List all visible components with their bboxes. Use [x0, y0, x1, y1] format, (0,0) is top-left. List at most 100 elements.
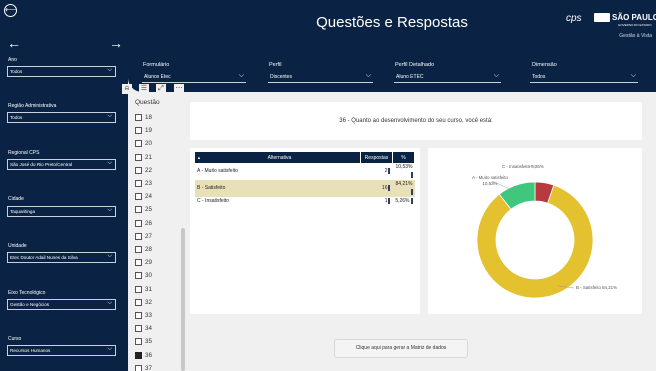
question-item[interactable]: 23	[135, 180, 152, 190]
question-item[interactable]: 18	[135, 114, 152, 124]
filter-value-regional: São José do Rio Preto/Central	[10, 162, 73, 167]
home-icon[interactable]: ⟵	[4, 4, 17, 17]
checkbox-icon[interactable]	[135, 180, 142, 187]
question-item[interactable]: 30	[135, 272, 152, 282]
question-number: 37	[145, 364, 152, 371]
top-filter-select-perfil-detalhado[interactable]: Aluno ETEC ⌵	[394, 72, 501, 83]
top-filter-label-perfil-detalhado: Perfil Detalhado	[395, 62, 435, 68]
question-item[interactable]: 34	[135, 325, 152, 335]
top-filter-select-formulario[interactable]: Alunos Etec ⌵	[142, 72, 246, 83]
checkbox-icon[interactable]	[135, 127, 142, 135]
checkbox-icon[interactable]	[135, 325, 142, 333]
filter-select-cidade[interactable]: Taquaritinga ⌵	[7, 206, 116, 217]
filter-label-ano: Ano	[8, 57, 17, 63]
data-label: A - Muito satisfeito	[472, 175, 508, 180]
top-filter-value-dimensao: Todos	[532, 74, 546, 80]
question-item[interactable]: 22	[135, 166, 152, 177]
generate-matrix-button[interactable]: Clique aqui para gerar a Matriz de dados	[334, 339, 468, 358]
checkbox-icon[interactable]	[135, 219, 142, 227]
question-item[interactable]: 32	[135, 298, 152, 309]
question-item[interactable]: 28	[135, 246, 152, 256]
cell-respostas-value: 2	[384, 168, 388, 175]
data-bar	[410, 189, 413, 196]
column-header-percent[interactable]: %	[392, 152, 416, 163]
checkbox-icon[interactable]	[135, 298, 142, 306]
checkbox-icon[interactable]	[135, 193, 142, 201]
column-header-alternativa[interactable]: ▲ Alternativa	[195, 152, 361, 163]
checkbox-icon[interactable]	[135, 140, 142, 148]
question-number: 34	[145, 325, 152, 333]
data-label: B - Satisfeito 84,21%	[576, 285, 617, 290]
sp-emblem-icon	[594, 13, 610, 23]
gestao-link[interactable]: Gestão à Vista	[619, 33, 652, 39]
data-bar	[410, 197, 413, 204]
focus-mode-icon[interactable]: ⤢	[156, 84, 166, 94]
checkbox-icon[interactable]	[135, 232, 142, 240]
question-number: 23	[145, 180, 152, 188]
top-filter-select-perfil[interactable]: Discentes ⌵	[268, 72, 373, 83]
checkbox-icon[interactable]	[135, 285, 142, 293]
app-root: ⟵ ← → Ano Todos ⌵ Região Administrativa T…	[0, 0, 656, 371]
more-options-icon[interactable]: ⋯	[174, 84, 184, 94]
checkbox-icon[interactable]	[135, 206, 142, 214]
top-filter-value-perfil-detalhado: Aluno ETEC	[396, 74, 424, 80]
question-item[interactable]: 19	[135, 127, 152, 137]
filter-select-eixo[interactable]: Gestão e Negócios ⌵	[7, 299, 116, 310]
column-header-respostas[interactable]: Respostas	[360, 152, 393, 163]
question-list-scrollbar[interactable]	[181, 228, 185, 371]
slice-satisfeito[interactable]	[476, 184, 594, 299]
question-item[interactable]: 20	[135, 140, 152, 150]
question-item[interactable]: 36	[135, 351, 152, 362]
question-item[interactable]: 25	[135, 206, 152, 216]
forward-arrow-icon[interactable]: →	[109, 36, 123, 50]
back-arrow-icon[interactable]: ←	[7, 36, 21, 50]
cell-respostas-value: 1	[384, 198, 388, 204]
chevron-down-icon: ⌵	[107, 67, 112, 73]
table-row[interactable]: C - Insatisfeito 1 5,26%	[195, 197, 415, 206]
question-item[interactable]: 37	[135, 364, 152, 371]
bell-icon[interactable]: ⍾	[122, 84, 132, 94]
data-label: 10,53%	[483, 181, 498, 186]
checkbox-icon[interactable]	[135, 312, 142, 319]
table-row[interactable]: A - Muito satisfeito 2 10,53%	[195, 163, 415, 180]
question-item[interactable]: 24	[135, 193, 152, 203]
question-item[interactable]: 35	[135, 338, 152, 348]
checkbox-icon[interactable]	[135, 338, 142, 346]
sp-logo-text: SÃO PAULO	[612, 13, 656, 22]
question-item[interactable]: 33	[135, 312, 152, 322]
checkbox-icon[interactable]	[135, 259, 142, 267]
data-bar	[388, 197, 391, 204]
chevron-down-icon: ⌵	[238, 72, 244, 79]
filter-select-regional[interactable]: São José do Rio Preto/Central ⌵	[7, 159, 116, 170]
data-label: C - Insatisfeito 5,26%	[502, 164, 544, 169]
filter-select-ano[interactable]: Todos ⌵	[7, 66, 116, 77]
filter-icon[interactable]: ☰	[139, 84, 149, 94]
chevron-down-icon: ⌵	[107, 300, 112, 306]
data-bar	[410, 172, 413, 179]
top-filter-select-dimensao[interactable]: Todos ⌵	[530, 72, 638, 83]
question-item[interactable]: 31	[135, 285, 152, 296]
sidebar: ⟵ ← → Ano Todos ⌵ Região Administrativa T…	[0, 0, 128, 371]
checkbox-icon[interactable]	[135, 114, 142, 121]
question-item[interactable]: 27	[135, 232, 152, 243]
checkbox-icon[interactable]	[135, 166, 142, 174]
filter-label-regiao: Região Administrativa	[8, 103, 57, 109]
cell-alternativa: B - Satisfeito	[195, 180, 361, 197]
question-item[interactable]: 21	[135, 153, 152, 164]
checkbox-icon[interactable]	[135, 246, 142, 253]
checkbox-icon[interactable]	[135, 153, 142, 161]
cell-percent: 10,53%	[392, 163, 414, 180]
checkbox-checked-icon[interactable]	[135, 351, 142, 359]
question-item[interactable]: 26	[135, 219, 152, 230]
question-number: 36	[145, 351, 152, 359]
question-number: 33	[145, 312, 152, 320]
filter-select-curso[interactable]: Recursos Humanos ⌵	[7, 345, 116, 356]
table-row[interactable]: B - Satisfeito 16 84,21%	[195, 180, 415, 197]
checkbox-icon[interactable]	[135, 364, 142, 371]
filter-select-unidade[interactable]: Etec Doutor Adail Nunes da Silva ⌵	[7, 252, 116, 263]
question-item[interactable]: 29	[135, 259, 152, 269]
checkbox-icon[interactable]	[135, 272, 142, 280]
cell-respostas-value: 16	[381, 185, 388, 192]
filter-label-regional: Regional CPS	[8, 150, 40, 156]
filter-select-regiao[interactable]: Todos ⌵	[7, 112, 116, 123]
